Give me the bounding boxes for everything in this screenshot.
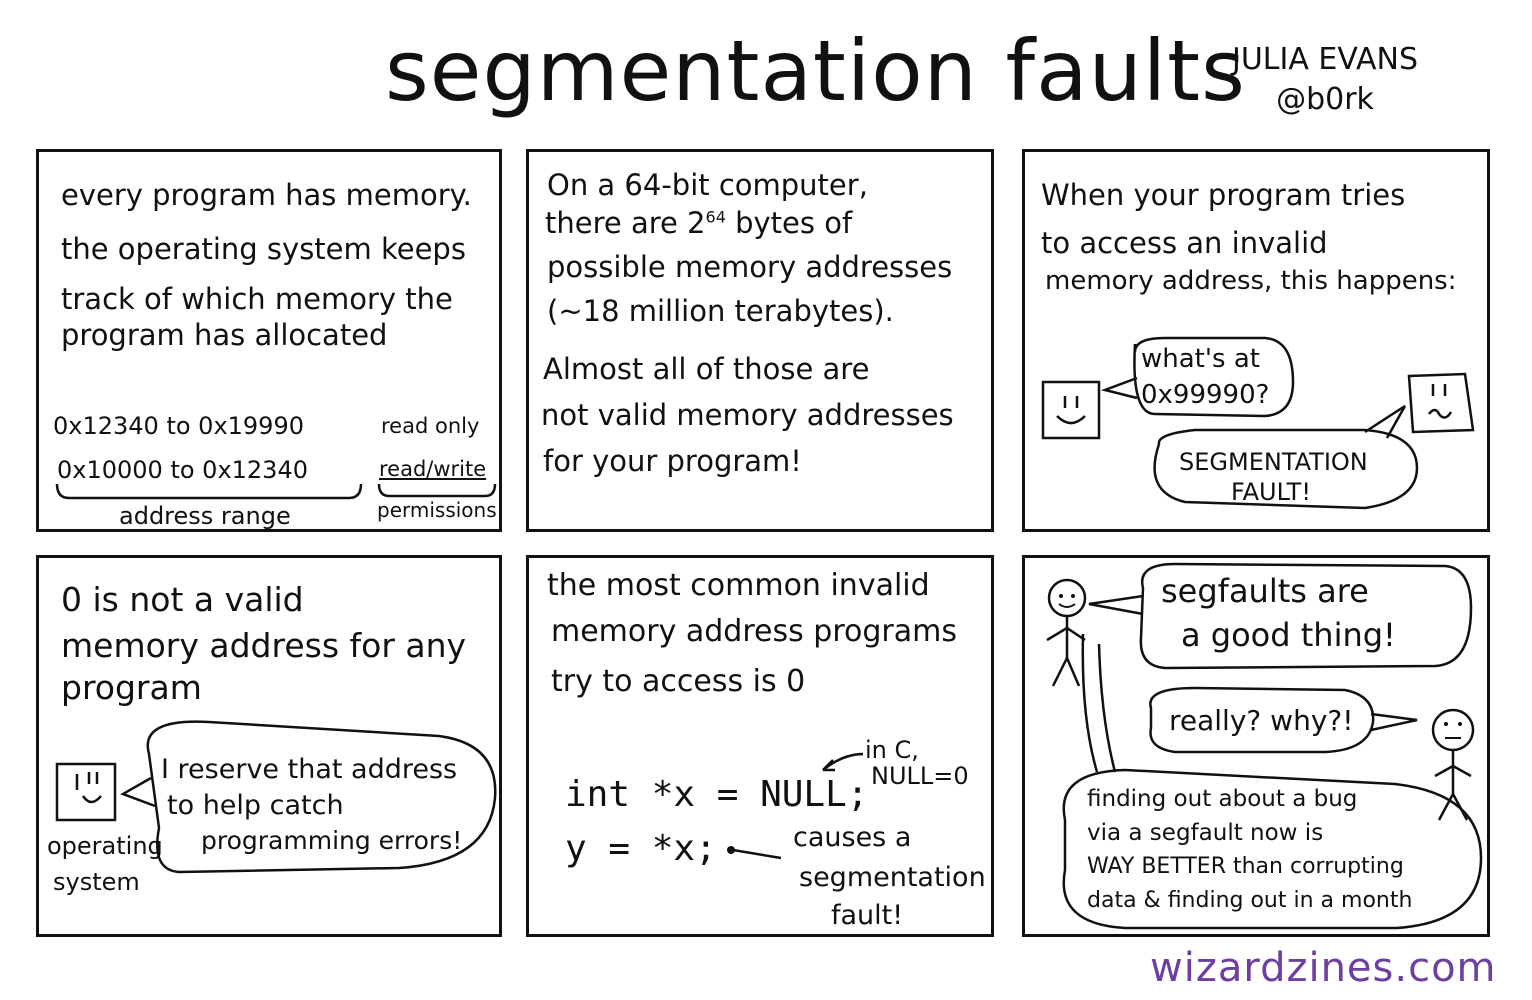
program-face-icon xyxy=(1041,380,1101,440)
bubble-explain-l2: via a segfault now is xyxy=(1087,820,1324,846)
arrow-to-null-icon xyxy=(822,752,864,772)
comic-title: segmentation faults xyxy=(385,22,1246,120)
panel-null-pointer: the most common invalid memory address p… xyxy=(526,555,994,937)
panel-segfault-happens: When your program tries to access an inv… xyxy=(1022,149,1490,532)
panel2-line2-a: there are 2 xyxy=(545,206,706,240)
panel2-line2-b: bytes of xyxy=(725,206,853,240)
os-label-l2: system xyxy=(53,868,140,896)
author-credit: JULIA EVANS @b0rk xyxy=(1215,40,1435,120)
bubble-explain-l3: WAY BETTER than corrupting xyxy=(1087,854,1404,879)
panel5-arrows xyxy=(727,752,864,860)
bubble-whats-at-l2: 0x99990? xyxy=(1141,380,1270,410)
panel2-line4: (~18 million terabytes). xyxy=(547,294,894,328)
footer-site-url: wizardzines.com xyxy=(1150,945,1497,991)
bubble-good-thing-l1: segfaults are xyxy=(1161,572,1369,610)
author-name: JULIA EVANS xyxy=(1232,42,1418,77)
bubble-explain-l1: finding out about a bug xyxy=(1087,786,1358,812)
panel2-line1: On a 64-bit computer, xyxy=(547,168,868,202)
permissions-label: permissions xyxy=(377,498,497,522)
panel2-line6: not valid memory addresses xyxy=(541,398,954,432)
panel2-line7: for your program! xyxy=(543,444,802,478)
exponent: 64 xyxy=(705,207,726,227)
panel-address-space: On a 64-bit computer, there are 264 byte… xyxy=(526,149,994,532)
os-label-l1: operating xyxy=(47,832,163,860)
panel-memory-overview: every program has memory. the operating … xyxy=(36,149,502,532)
bubble-whats-at-l1: what's at xyxy=(1141,344,1260,374)
panel2-line2: there are 264 bytes of xyxy=(545,206,852,240)
panel2-line5: Almost all of those are xyxy=(543,352,870,386)
bubble-segfault-l2: FAULT! xyxy=(1231,478,1311,506)
bubble-reserve-l3: programming errors! xyxy=(201,826,463,855)
arrow-to-deref-icon xyxy=(727,846,782,860)
bubble-reserve-l1: I reserve that address xyxy=(161,754,458,785)
bubble-segfault-l1: SEGMENTATION xyxy=(1179,448,1368,476)
brace-lines xyxy=(55,483,497,500)
address-range-label: address range xyxy=(119,502,291,530)
os-face-icon xyxy=(55,762,117,822)
bubble-really-why: really? why?! xyxy=(1169,704,1354,737)
os-face-icon xyxy=(1407,372,1475,434)
panel-zero-invalid: 0 is not a valid memory address for any … xyxy=(36,555,502,937)
panel2-line3: possible memory addresses xyxy=(547,250,953,284)
bubble-reserve-l2: to help catch xyxy=(167,790,344,821)
stick-figure-left-icon xyxy=(1046,578,1087,687)
author-handle: @b0rk xyxy=(1276,82,1374,117)
bubble-explain-l4: data & finding out in a month xyxy=(1087,888,1413,913)
panel-good-thing: segfaults are a good thing! really? why?… xyxy=(1022,555,1490,937)
bubble-good-thing-l2: a good thing! xyxy=(1181,616,1396,654)
